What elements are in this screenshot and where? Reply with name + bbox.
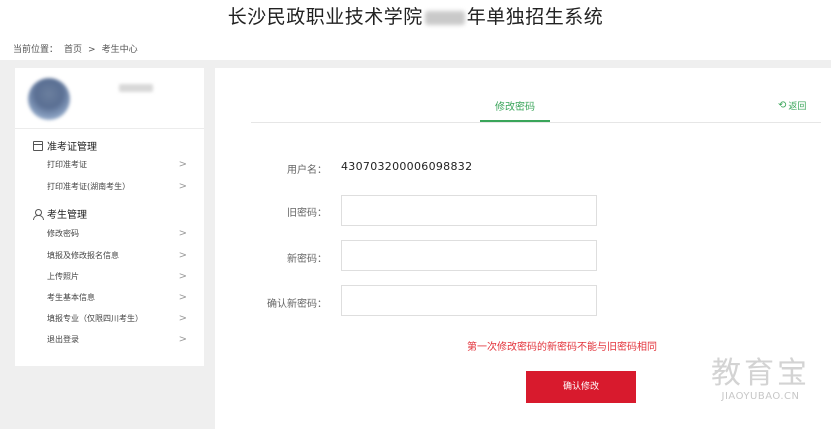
- sidebar-item-label: 填报及修改报名信息: [47, 250, 119, 260]
- tab-divider: [251, 122, 821, 123]
- sidebar-item-label: 打印准考证(湖南考生）: [47, 181, 131, 191]
- username-label: 用户名：: [287, 165, 327, 176]
- chevron-right-icon: >: [178, 312, 187, 324]
- chevron-right-icon: >: [178, 249, 187, 261]
- new-password-label: 新密码：: [287, 254, 327, 265]
- breadcrumb-current: 考生中心: [101, 45, 138, 55]
- watermark-logo: 教育宝: [711, 356, 810, 391]
- chevron-right-icon: >: [178, 158, 187, 170]
- avatar: [28, 78, 70, 120]
- confirm-password-input[interactable]: [341, 285, 597, 316]
- breadcrumb-separator: >: [88, 45, 96, 55]
- title-redaction: [424, 10, 465, 25]
- user-icon: [33, 208, 44, 220]
- password-warning: 第一次修改密码的新密码不能与旧密码相同: [467, 342, 657, 353]
- breadcrumb-home[interactable]: 首页: [64, 45, 82, 55]
- confirm-change-button[interactable]: 确认修改: [526, 371, 636, 403]
- sidebar-item-label: 打印准考证: [47, 159, 87, 169]
- sidebar-item-label: 考生基本信息: [47, 292, 95, 302]
- back-arrow-icon: ⟲: [778, 100, 787, 111]
- username-value: 430703200006098832: [341, 160, 473, 173]
- chevron-right-icon: >: [178, 291, 187, 303]
- sidebar-item-change-password[interactable]: 修改密码 >: [47, 226, 187, 240]
- chevron-right-icon: >: [178, 270, 187, 282]
- breadcrumb: 当前位置： 首页 > 考生中心: [13, 42, 144, 55]
- sidebar-group-candidate: 考生管理: [33, 206, 87, 221]
- chevron-right-icon: >: [178, 180, 187, 192]
- sidebar-item-logout[interactable]: 退出登录 >: [47, 332, 187, 346]
- sidebar-item-upload-photo[interactable]: 上传照片 >: [47, 269, 187, 283]
- chevron-right-icon: >: [178, 227, 187, 239]
- site-title-left: 长沙民政职业技术学院: [227, 6, 423, 28]
- old-password-label: 旧密码：: [287, 208, 327, 219]
- confirm-password-label: 确认新密码：: [267, 299, 327, 310]
- chevron-right-icon: >: [178, 333, 187, 345]
- sidebar-group-admission-ticket: 准考证管理: [33, 138, 97, 153]
- back-label: 返回: [788, 102, 807, 112]
- new-password-input[interactable]: [341, 240, 597, 271]
- sidebar-item-print-ticket-hunan[interactable]: 打印准考证(湖南考生） >: [47, 179, 187, 193]
- username-redaction: [119, 84, 153, 92]
- sidebar-group-title: 准考证管理: [47, 142, 97, 153]
- sidebar-item-basic-info[interactable]: 考生基本信息 >: [47, 290, 187, 304]
- sidebar-group-title: 考生管理: [47, 210, 87, 221]
- sidebar-item-print-ticket[interactable]: 打印准考证 >: [47, 157, 187, 171]
- back-link[interactable]: ⟲ 返回: [778, 99, 806, 112]
- tab-change-password[interactable]: 修改密码: [480, 98, 550, 113]
- sidebar-divider: [15, 128, 204, 129]
- calendar-icon: [33, 140, 43, 151]
- sidebar-item-sichuan-major[interactable]: 填报专业（仅限四川考生） >: [47, 311, 187, 325]
- watermark: 教育宝 JIAOYUBAO.CN: [703, 356, 818, 403]
- watermark-domain: JIAOYUBAO.CN: [721, 391, 800, 402]
- sidebar-item-label: 退出登录: [47, 334, 79, 344]
- breadcrumb-prefix: 当前位置：: [13, 45, 59, 55]
- site-title-right: 年单独招生系统: [466, 6, 604, 28]
- sidebar-item-label: 修改密码: [47, 228, 79, 238]
- old-password-input[interactable]: [341, 195, 597, 226]
- sidebar-item-edit-registration[interactable]: 填报及修改报名信息 >: [47, 248, 187, 262]
- sidebar-item-label: 填报专业（仅限四川考生）: [47, 313, 143, 323]
- site-title: 长沙民政职业技术学院 年单独招生系统: [0, 5, 831, 29]
- sidebar-item-label: 上传照片: [47, 271, 79, 281]
- sidebar: 准考证管理 打印准考证 > 打印准考证(湖南考生） > 考生管理 修改密码 > …: [15, 68, 204, 366]
